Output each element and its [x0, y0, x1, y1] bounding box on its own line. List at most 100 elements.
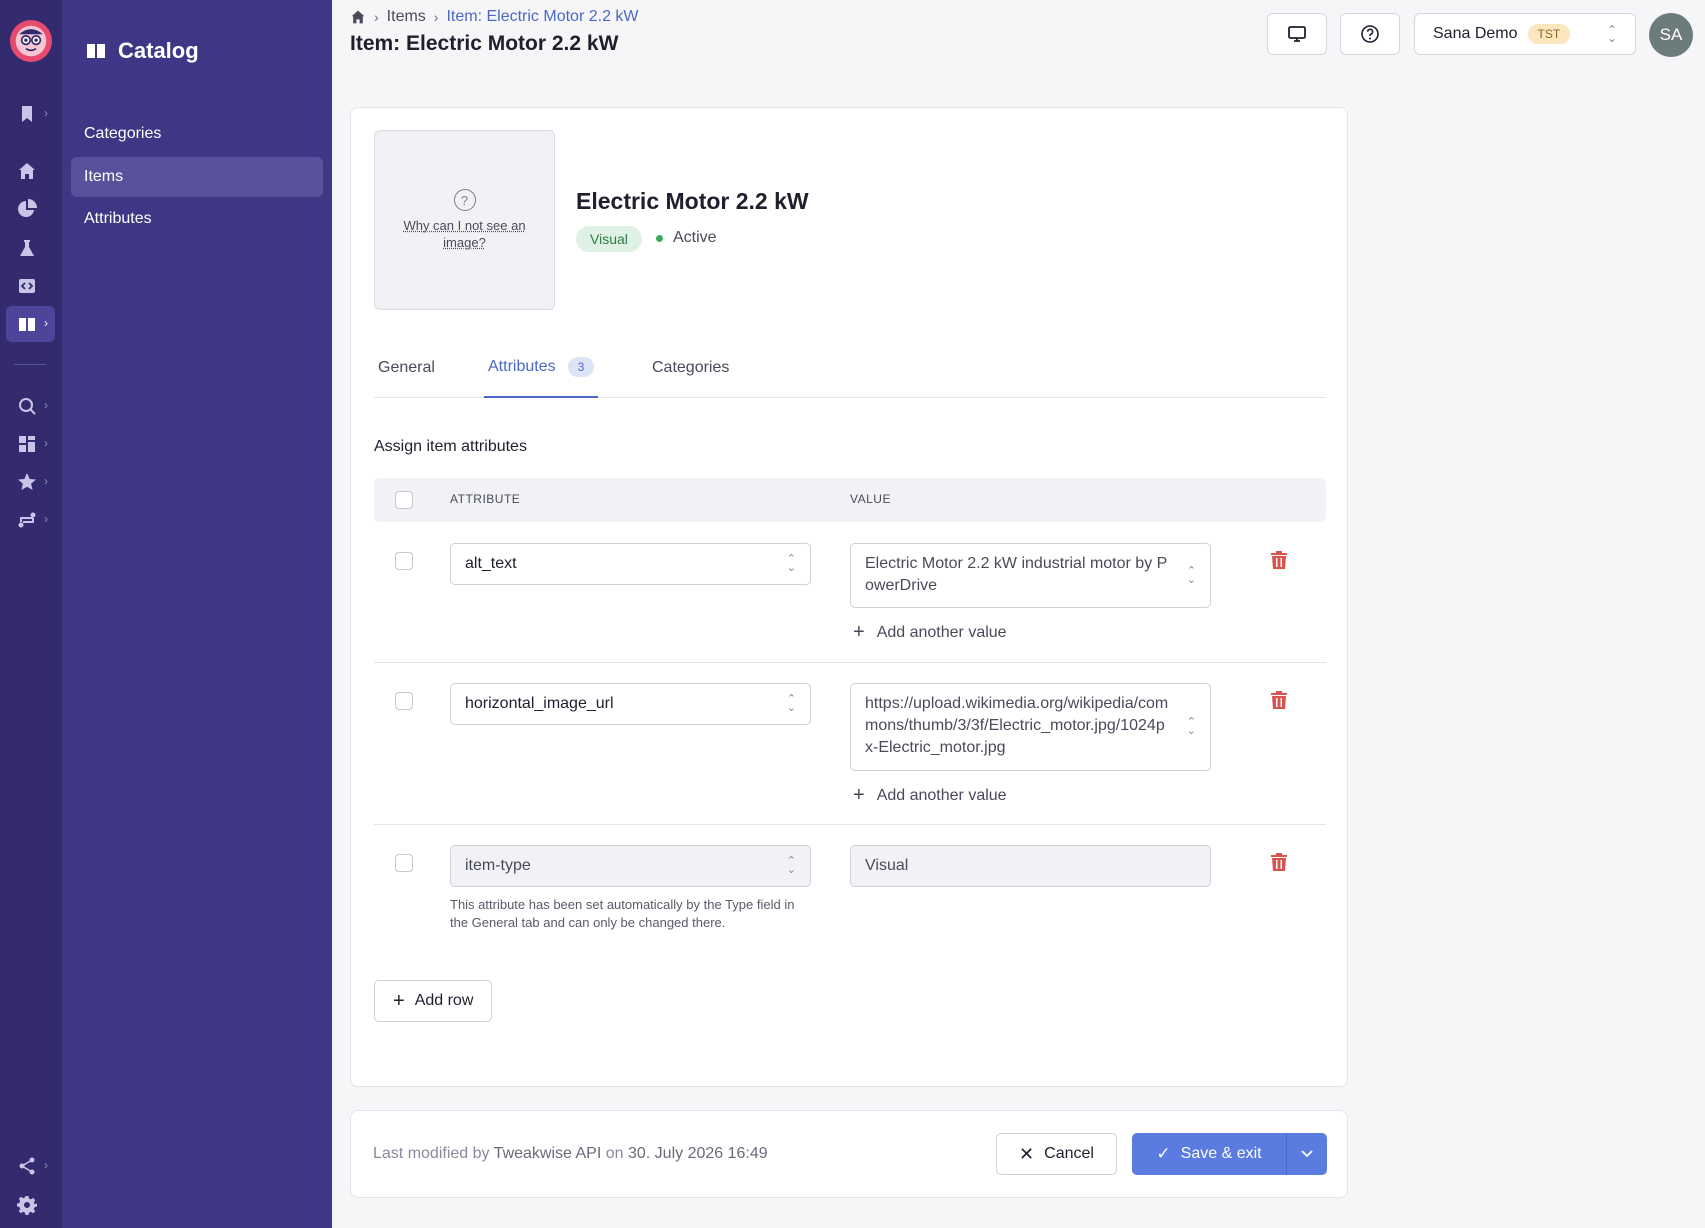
delete-row-button[interactable]	[1271, 551, 1287, 569]
attribute-select: item-type ⌃ ⌄	[450, 845, 811, 887]
tab-categories[interactable]: Categories	[652, 338, 729, 398]
plus-icon: +	[393, 989, 405, 1012]
catalog-book-icon[interactable]	[14, 311, 40, 337]
chevron-up-down-icon: ⌃ ⌄	[1606, 23, 1617, 45]
sidebar-item-categories[interactable]: Categories	[71, 114, 323, 154]
image-help-link[interactable]: Why can I not see an image?	[390, 217, 540, 251]
select-all-checkbox[interactable]	[395, 491, 413, 509]
section-title: Assign item attributes	[374, 438, 527, 455]
tab-label: Categories	[652, 359, 730, 376]
add-value-label: Add another value	[876, 623, 1007, 641]
chevron-right-icon: ›	[44, 1158, 48, 1172]
tab-bar: General Attributes 3 Categories	[374, 338, 1326, 398]
attribute-select[interactable]: alt_text ⌃ ⌄	[450, 543, 811, 585]
row-checkbox[interactable]	[395, 552, 413, 570]
cancel-button[interactable]: ✕ Cancel	[996, 1133, 1117, 1175]
chevron-up-down-icon: ⌃ ⌄	[1186, 564, 1196, 586]
rail-divider	[14, 364, 46, 365]
workspace-selector[interactable]: Sana Demo TST ⌃ ⌄	[1414, 13, 1636, 55]
save-exit-button[interactable]: ✓ Save & exit	[1132, 1133, 1286, 1175]
tab-general[interactable]: General	[378, 338, 435, 398]
icon-rail: › › › › › › ›	[0, 0, 62, 1228]
value-select[interactable]: Electric Motor 2.2 kW industrial motor b…	[850, 543, 1211, 608]
question-icon: ?	[453, 189, 476, 211]
attribute-select[interactable]: horizontal_image_url ⌃ ⌄	[450, 683, 811, 725]
attribute-select-value: alt_text	[465, 555, 517, 572]
modified-prefix: Last modified by	[373, 1145, 490, 1162]
preview-button[interactable]	[1267, 13, 1327, 55]
search-icon[interactable]	[14, 393, 40, 419]
row-checkbox[interactable]	[395, 854, 413, 872]
workspace-name: Sana Demo	[1433, 25, 1518, 42]
catalog-sidebar: Catalog Categories Items Attributes	[62, 0, 332, 1228]
add-row-label: Add row	[414, 992, 474, 1009]
sidebar-item-items[interactable]: Items	[71, 157, 323, 197]
footer-bar: Last modified by Tweakwise API on 30. Ju…	[350, 1110, 1348, 1198]
breadcrumb: › Items › Item: Electric Motor 2.2 kW	[350, 8, 639, 26]
trash-icon	[1271, 691, 1287, 709]
attribute-select-value: item-type	[465, 857, 531, 874]
add-another-value-button[interactable]: + Add another value	[853, 784, 1007, 807]
tab-count-badge: 3	[567, 357, 595, 377]
row-checkbox[interactable]	[395, 692, 413, 710]
book-icon	[87, 44, 105, 58]
trash-icon	[1271, 853, 1287, 871]
add-row-button[interactable]: + Add row	[374, 980, 493, 1022]
delete-row-button[interactable]	[1271, 691, 1287, 709]
app-logo[interactable]	[10, 20, 52, 62]
chevron-down-icon	[1301, 1150, 1313, 1158]
chevron-up-down-icon: ⌃ ⌄	[786, 855, 796, 876]
monitor-icon	[1288, 26, 1306, 42]
sidebar-item-attributes[interactable]: Attributes	[71, 199, 323, 239]
share-icon[interactable]	[14, 1153, 40, 1179]
help-button[interactable]	[1340, 13, 1400, 55]
close-icon: ✕	[1019, 1143, 1035, 1164]
value-select[interactable]: https://upload.wikimedia.org/wikipedia/c…	[850, 683, 1211, 771]
chevron-right-icon: ›	[44, 436, 48, 450]
tab-label: General	[378, 359, 435, 376]
column-header-value: VALUE	[850, 492, 891, 506]
breadcrumb-current[interactable]: Item: Electric Motor 2.2 kW	[446, 8, 638, 26]
breadcrumb-separator: ›	[374, 9, 379, 25]
routes-icon[interactable]	[14, 507, 40, 533]
add-another-value-button[interactable]: + Add another value	[853, 621, 1007, 644]
help-circle-icon	[1361, 25, 1379, 43]
row-divider	[374, 662, 1326, 663]
image-placeholder: ? Why can I not see an image?	[374, 130, 555, 310]
plus-icon: +	[853, 621, 865, 643]
chevron-up-down-icon: ⌃ ⌄	[1186, 716, 1196, 737]
bookmark-icon[interactable]	[14, 101, 40, 127]
code-icon[interactable]	[14, 273, 40, 299]
attribute-select-value: horizontal_image_url	[465, 695, 614, 712]
pie-chart-icon[interactable]	[14, 196, 40, 222]
chevron-right-icon: ›	[44, 398, 48, 412]
attributes-table-header: ATTRIBUTE VALUE	[374, 478, 1326, 522]
item-name: Electric Motor 2.2 kW	[576, 188, 809, 214]
home-icon[interactable]	[350, 9, 366, 25]
avatar[interactable]: SA	[1649, 13, 1693, 57]
gear-icon[interactable]	[14, 1192, 40, 1218]
flask-icon[interactable]	[14, 235, 40, 261]
tab-label: Attributes	[488, 358, 556, 375]
environment-badge: TST	[1527, 24, 1571, 44]
check-icon: ✓	[1156, 1144, 1171, 1163]
value-field-value: Visual	[865, 857, 909, 874]
value-select-value: Electric Motor 2.2 kW industrial motor b…	[865, 555, 1168, 594]
dashboard-icon[interactable]	[14, 431, 40, 457]
star-icon[interactable]	[14, 469, 40, 495]
column-header-attribute: ATTRIBUTE	[450, 492, 521, 506]
home-icon[interactable]	[14, 158, 40, 184]
breadcrumb-items-link[interactable]: Items	[387, 8, 426, 26]
tab-attributes[interactable]: Attributes 3	[484, 338, 599, 398]
value-field: Visual	[850, 845, 1211, 887]
trash-icon	[1271, 551, 1287, 569]
sidebar-title-label: Catalog	[118, 38, 199, 63]
status-indicator: Active	[656, 229, 717, 247]
chevron-up-down-icon: ⌃ ⌄	[786, 553, 796, 574]
plus-icon: +	[853, 784, 865, 806]
last-modified-text: Last modified by Tweakwise API on 30. Ju…	[373, 1145, 768, 1163]
delete-row-button[interactable]	[1271, 853, 1287, 871]
status-label: Active	[673, 229, 717, 246]
chevron-up-down-icon: ⌃ ⌄	[786, 693, 796, 714]
save-options-dropdown[interactable]	[1286, 1133, 1327, 1175]
